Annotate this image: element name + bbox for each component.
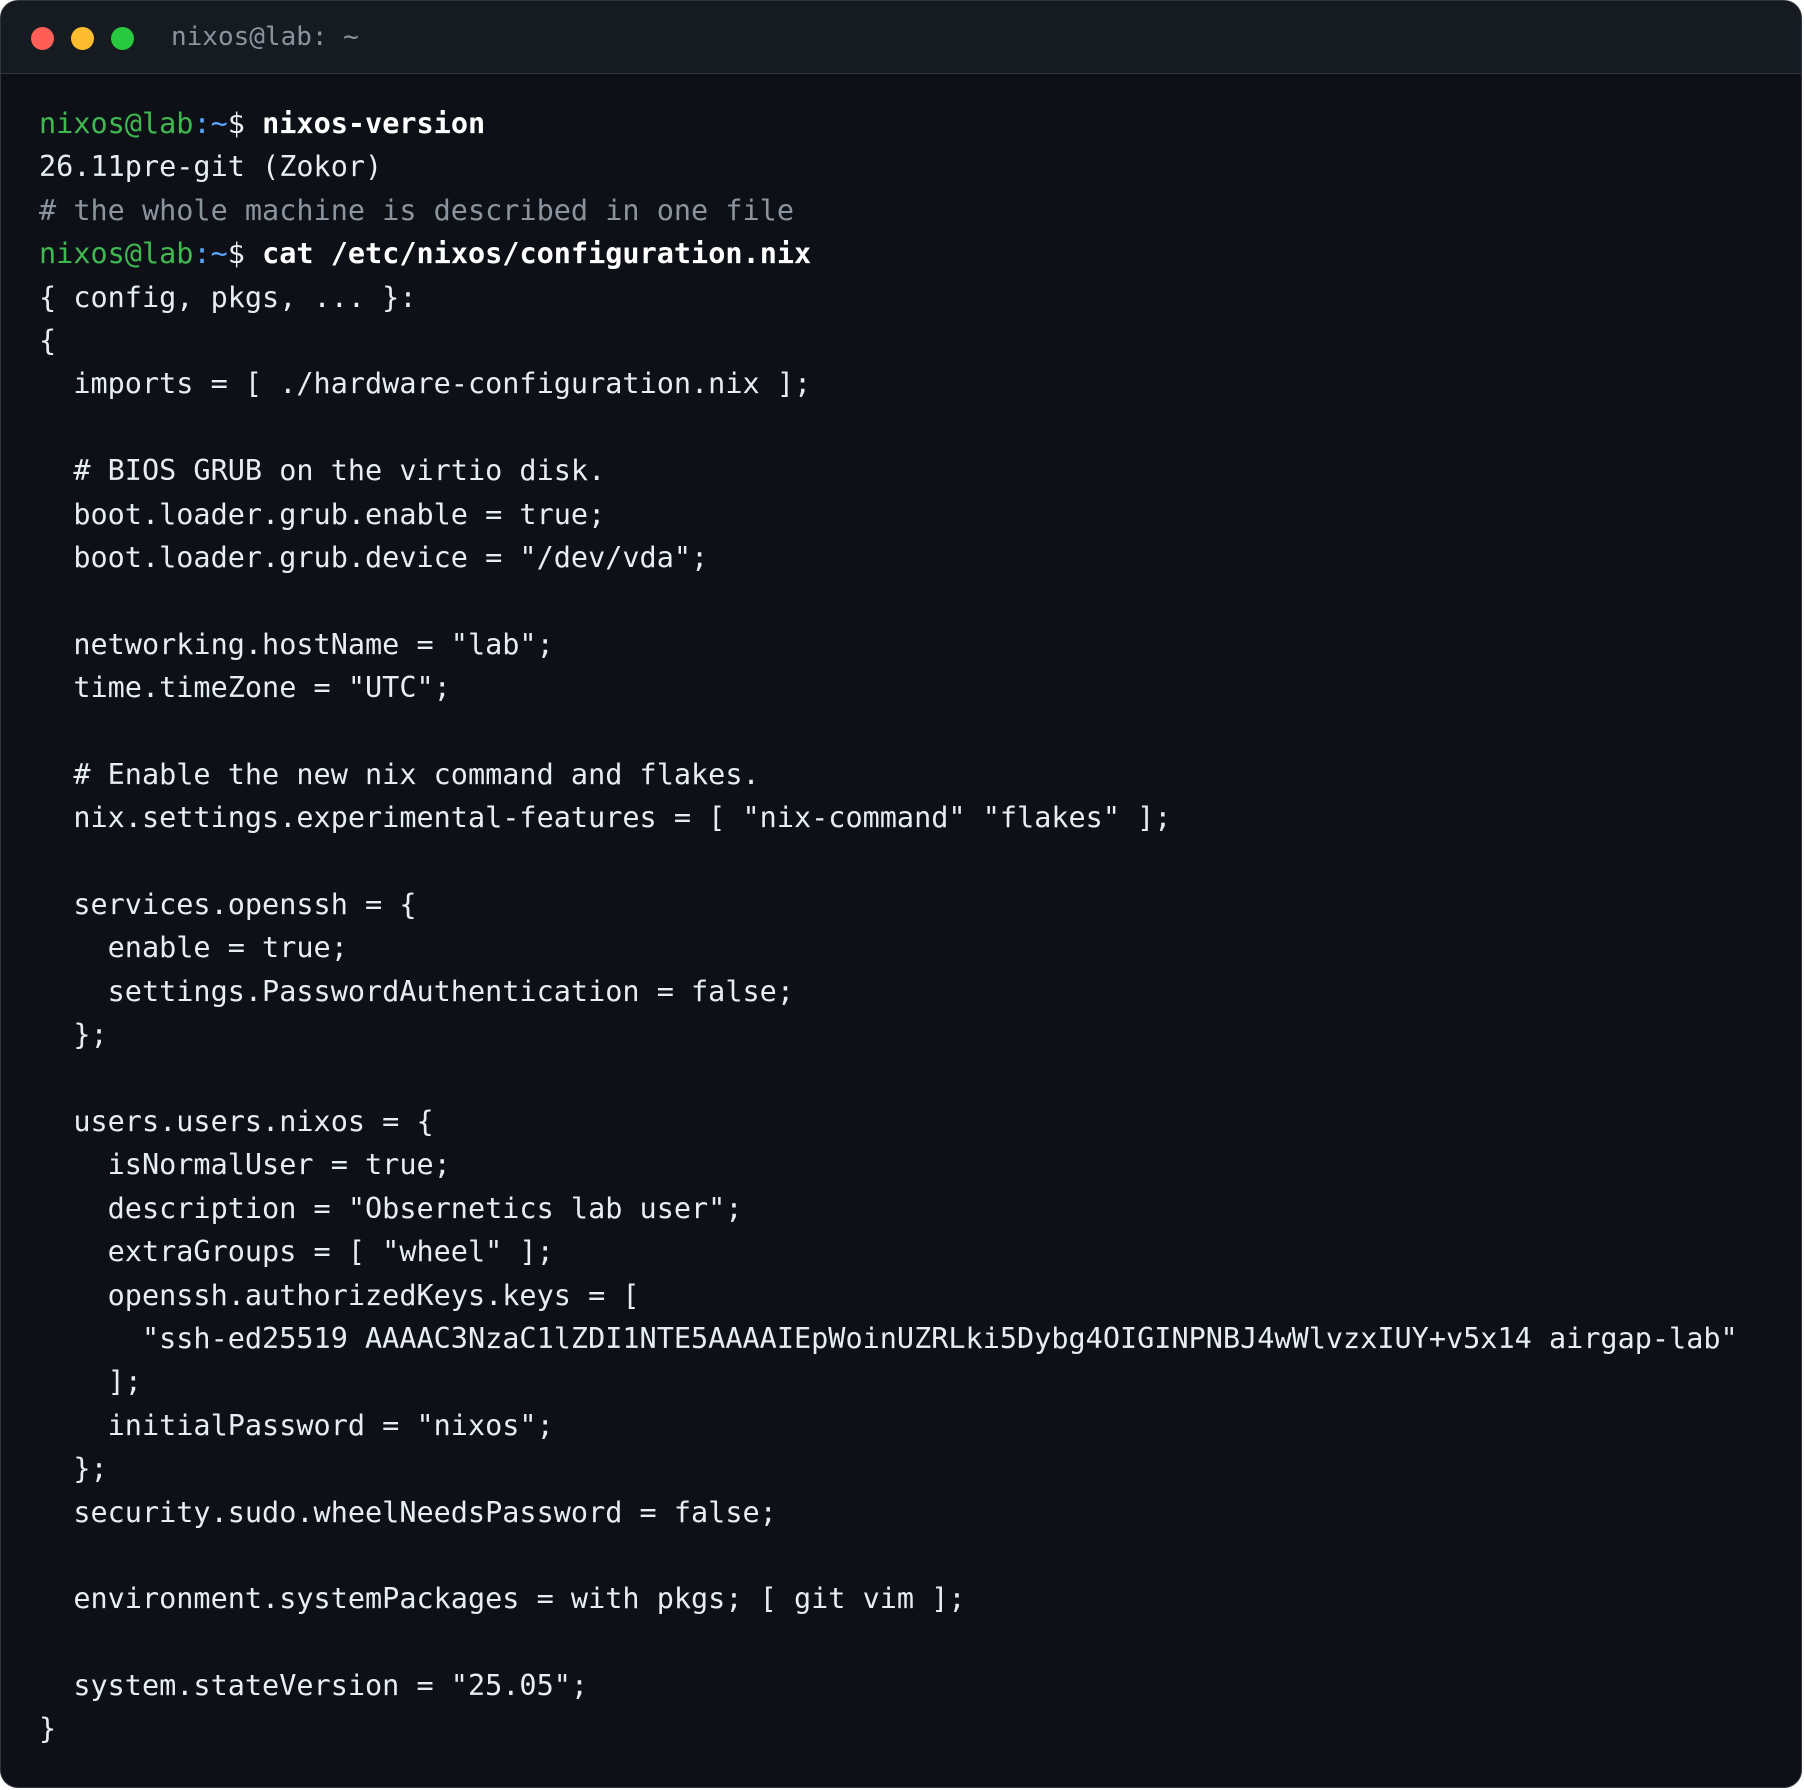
output-line: imports = [ ./hardware-configuration.nix…: [39, 367, 812, 401]
close-button[interactable]: [31, 27, 54, 50]
terminal-output[interactable]: nixos@lab:~$ nixos-version 26.11pre-git (…: [39, 102, 1781, 1751]
command-text: cat /etc/nixos/configuration.nix: [262, 237, 812, 271]
prompt-sign: $: [227, 107, 263, 140]
prompt-path: :~: [193, 237, 228, 271]
output-line: initialPassword = "nixos";: [39, 1408, 554, 1442]
output-line: settings.PasswordAuthentication = false;: [39, 974, 794, 1008]
prompt-user: nixos@lab: [39, 107, 194, 140]
output-line: { config, pkgs, ... }:: [39, 280, 417, 314]
output-line: isNormalUser = true;: [39, 1148, 451, 1182]
output-line: extraGroups = [ "wheel" ];: [39, 1235, 554, 1269]
output-line: }: [39, 1712, 57, 1746]
window-title: nixos@lab: ~: [171, 22, 359, 52]
output-line: nix.settings.experimental-features = [ "…: [39, 801, 1172, 835]
output-line: services.openssh = {: [39, 888, 417, 922]
output-line: security.sudo.wheelNeedsPassword = false…: [39, 1495, 777, 1529]
output-line: };: [39, 1018, 108, 1052]
output-line: # BIOS GRUB on the virtio disk.: [39, 454, 606, 488]
output-line: {: [39, 323, 57, 357]
output-line: openssh.authorizedKeys.keys = [: [39, 1278, 640, 1312]
output-line: description = "Obsernetics lab user";: [39, 1191, 743, 1225]
title-bar: nixos@lab: ~: [1, 1, 1801, 74]
output-line: boot.loader.grub.device = "/dev/vda";: [39, 540, 709, 574]
output-line: environment.systemPackages = with pkgs; …: [39, 1582, 966, 1616]
prompt-user: nixos@lab: [39, 237, 194, 271]
prompt-sign: $: [227, 237, 263, 271]
output-line: };: [39, 1452, 108, 1486]
terminal-window: nixos@lab: ~ nixos@lab:~$ nixos-version 2…: [0, 0, 1802, 1788]
output-line: system.stateVersion = "25.05";: [39, 1669, 589, 1703]
output-line: "ssh-ed25519 AAAAC3NzaC1lZDI1NTE5AAAAIEp…: [39, 1321, 1738, 1355]
output-line: enable = true;: [39, 931, 348, 965]
output-line: networking.hostName = "lab";: [39, 627, 554, 661]
output-line: boot.loader.grub.enable = true;: [39, 497, 606, 531]
comment-line: # the whole machine is described in one …: [39, 193, 794, 227]
maximize-button[interactable]: [111, 27, 134, 50]
prompt-line: nixos@lab:~$ cat /etc/nixos/configuratio…: [39, 232, 1781, 275]
minimize-button[interactable]: [71, 27, 94, 50]
prompt-path: :~: [193, 107, 228, 140]
output-line: time.timeZone = "UTC";: [39, 671, 451, 705]
output-line: users.users.nixos = {: [39, 1104, 434, 1138]
prompt-line: nixos@lab:~$ nixos-version: [39, 102, 1781, 145]
output-line: ];: [39, 1365, 142, 1399]
output-line: # Enable the new nix command and flakes.: [39, 757, 760, 791]
command-text: nixos-version: [262, 107, 486, 140]
output-line: 26.11pre-git (Zokor): [39, 150, 383, 184]
